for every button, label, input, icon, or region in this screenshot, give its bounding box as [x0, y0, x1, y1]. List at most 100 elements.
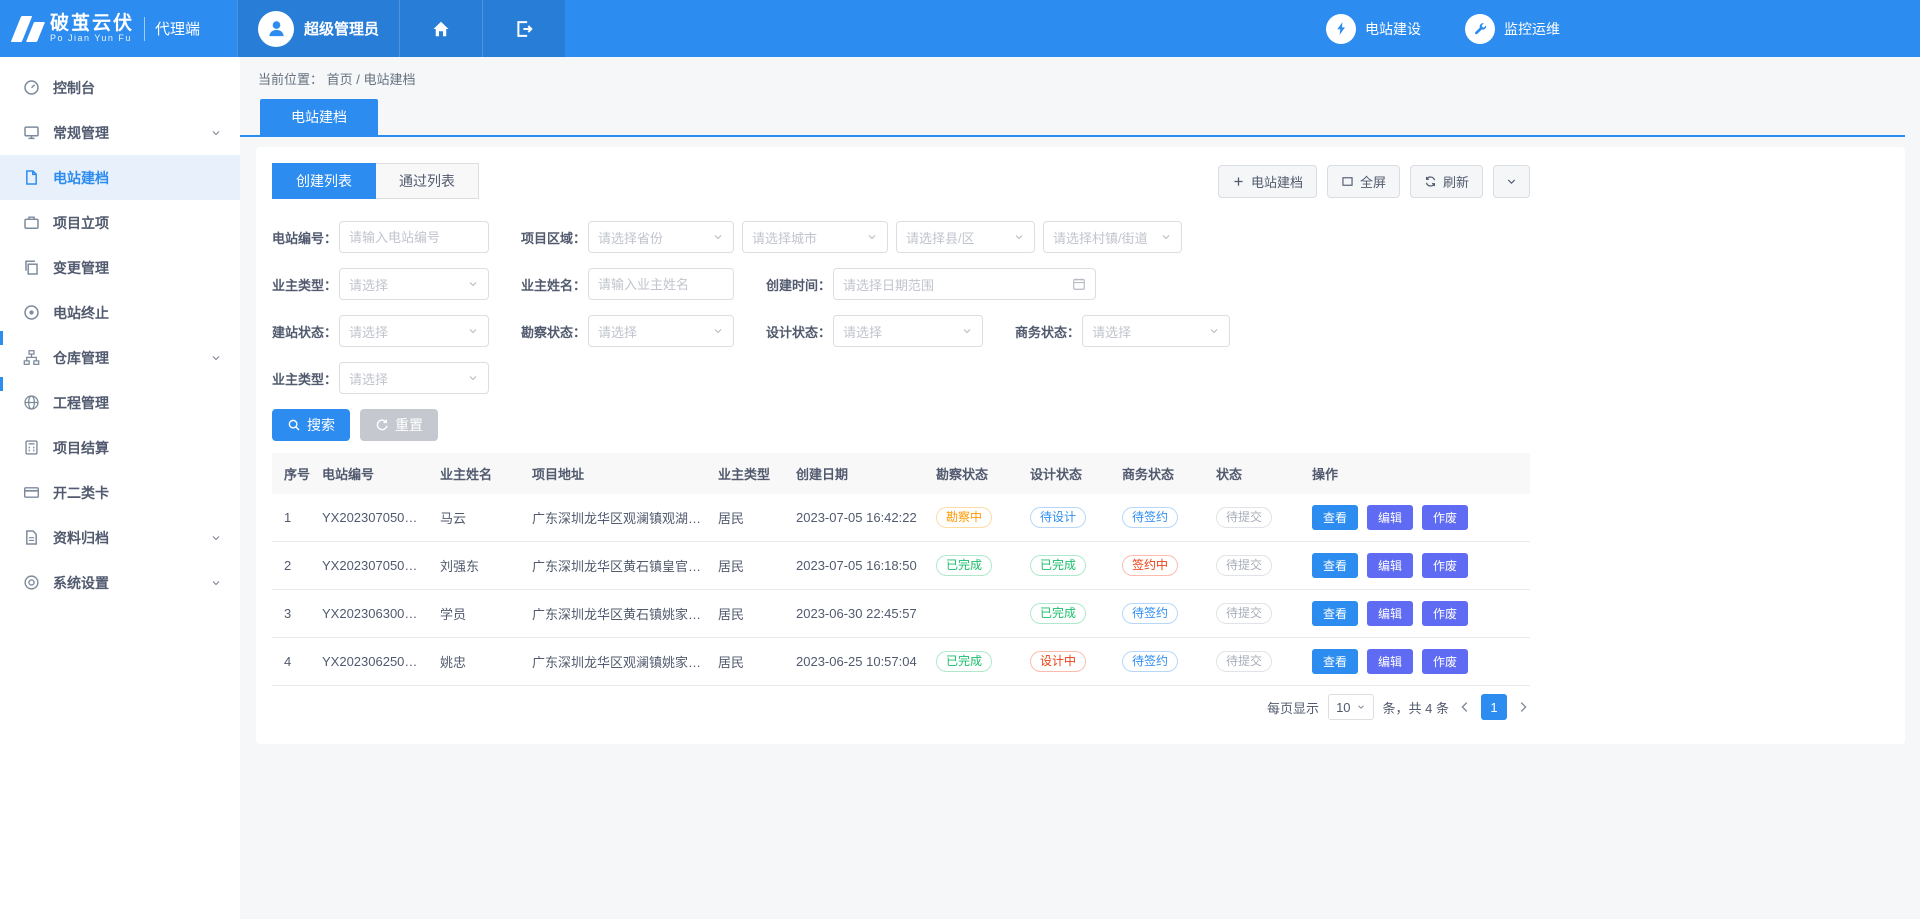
filter-owner-type: 业主类型：请选择: [272, 268, 489, 300]
filter-row: 业主类型：请选择业主姓名： 创建时间： 请选择日期范围: [272, 268, 1530, 300]
list-tab-bar: 创建列表通过列表 电站建档 全屏刷新: [272, 163, 1530, 199]
owner-name-input[interactable]: [588, 268, 734, 300]
copy-icon: [23, 259, 40, 276]
filter-create-time: 创建时间： 请选择日期范围: [766, 268, 1096, 300]
cell-actions: 查看编辑作废: [1304, 494, 1530, 542]
breadcrumb: 当前位置： 首页 / 电站建档: [240, 57, 1920, 88]
plus-icon: [1232, 175, 1245, 188]
build-status-select[interactable]: 请选择: [339, 315, 489, 347]
table-header-row: 序号电站编号业主姓名项目地址业主类型创建日期勘察状态设计状态商务状态状态操作: [272, 453, 1530, 494]
topbar-action-station-construction[interactable]: 电站建设: [1326, 14, 1421, 44]
reset-button[interactable]: 重置: [360, 409, 438, 441]
sidebar-item-label: 项目立项: [53, 213, 109, 233]
logo-icon: [16, 16, 41, 42]
topbar-action-label: 电站建设: [1365, 19, 1421, 39]
cell-index: 4: [272, 638, 314, 686]
per-page-value: 10: [1336, 700, 1350, 715]
total-count-label: 条，共 4 条: [1383, 698, 1449, 717]
owner-type-select[interactable]: 请选择: [339, 268, 489, 300]
page-1-button[interactable]: 1: [1481, 694, 1507, 720]
status-badge: 待提交: [1216, 603, 1272, 624]
sidebar-item-general-management[interactable]: 常规管理: [0, 110, 240, 155]
collapse-toolbar-button[interactable]: [1493, 165, 1530, 198]
logout-button[interactable]: [482, 0, 565, 57]
sidebar-item-project-initiation[interactable]: 项目立项: [0, 200, 240, 245]
user-menu[interactable]: 超级管理员: [237, 0, 399, 57]
create-station-button[interactable]: 电站建档: [1218, 165, 1317, 198]
sidebar-item-change-management[interactable]: 变更管理: [0, 245, 240, 290]
county-select[interactable]: 请选择县/区: [896, 221, 1035, 253]
topbar-action-label: 监控运维: [1504, 19, 1560, 39]
cell-design: 已完成: [1022, 590, 1114, 638]
next-page-button[interactable]: [1516, 700, 1530, 714]
sidebar-item-engineering-management[interactable]: 工程管理: [0, 380, 240, 425]
station-code-input[interactable]: [339, 221, 489, 253]
filter-label: 建站状态：: [272, 322, 337, 341]
view-button[interactable]: 查看: [1312, 505, 1358, 530]
refresh-button[interactable]: 刷新: [1410, 165, 1483, 198]
topbar: 破茧云伏 Po Jian Yun Fu 代理端 超级管理员 电站建设 监控运维: [0, 0, 1920, 57]
create-time-range[interactable]: 请选择日期范围: [833, 268, 1096, 300]
per-page-select[interactable]: 10: [1328, 694, 1373, 720]
chevron-down-icon: [467, 278, 479, 290]
tab-create-list[interactable]: 创建列表: [272, 163, 376, 199]
void-button[interactable]: 作废: [1422, 601, 1468, 626]
sidebar-item-station-archive[interactable]: 电站建档: [0, 155, 240, 200]
select-placeholder: 请选择: [349, 369, 388, 388]
province-select[interactable]: 请选择省份: [588, 221, 734, 253]
prev-page-button[interactable]: [1458, 700, 1472, 714]
design-status-select[interactable]: 请选择: [833, 315, 983, 347]
home-button[interactable]: [399, 0, 482, 57]
sidebar-item-project-settlement[interactable]: 项目结算: [0, 425, 240, 470]
survey-status-select[interactable]: 请选择: [588, 315, 734, 347]
col-status: 状态: [1208, 453, 1304, 494]
edit-button[interactable]: 编辑: [1367, 505, 1413, 530]
cell-survey: 已完成: [928, 542, 1022, 590]
breadcrumb-home-link[interactable]: 首页: [327, 72, 353, 87]
logo-title: 破茧云伏: [50, 14, 134, 34]
logo: 破茧云伏 Po Jian Yun Fu 代理端: [0, 0, 237, 57]
filter-label: 创建时间：: [766, 275, 831, 294]
cell-survey: [928, 590, 1022, 638]
sidebar-item-second-class-card[interactable]: 开二类卡: [0, 470, 240, 515]
sidebar-item-data-archive[interactable]: 资料归档: [0, 515, 240, 560]
tab-passed-list[interactable]: 通过列表: [376, 163, 479, 199]
void-button[interactable]: 作废: [1422, 553, 1468, 578]
sidebar-item-station-termination[interactable]: 电站终止: [0, 290, 240, 335]
cell-design: 设计中: [1022, 638, 1114, 686]
page-tab-station-archive[interactable]: 电站建档: [260, 99, 378, 135]
business-status-select[interactable]: 请选择: [1082, 315, 1230, 347]
edit-button[interactable]: 编辑: [1367, 553, 1413, 578]
cell-actions: 查看编辑作废: [1304, 590, 1530, 638]
owner-type-2-select[interactable]: 请选择: [339, 362, 489, 394]
tool-btn-label: 电站建档: [1251, 172, 1303, 191]
filter-label: 设计状态：: [766, 322, 831, 341]
edit-button[interactable]: 编辑: [1367, 649, 1413, 674]
cell-type: 居民: [710, 638, 788, 686]
search-button[interactable]: 搜索: [272, 409, 350, 441]
daterange-placeholder: 请选择日期范围: [843, 275, 934, 294]
sidebar-item-system-settings[interactable]: 系统设置: [0, 560, 240, 605]
user-icon: [266, 18, 287, 39]
filter-row: 业主类型：请选择: [272, 362, 1530, 394]
view-button[interactable]: 查看: [1312, 601, 1358, 626]
fullscreen-button[interactable]: 全屏: [1327, 165, 1400, 198]
sidebar-item-console[interactable]: 控制台: [0, 65, 240, 110]
breadcrumb-prefix: 当前位置：: [258, 72, 323, 87]
village-select[interactable]: 请选择村镇/街道: [1043, 221, 1182, 253]
cell-address: 广东深圳龙华区观澜镇观湖路...: [524, 494, 710, 542]
void-button[interactable]: 作废: [1422, 505, 1468, 530]
sidebar-item-warehouse-management[interactable]: 仓库管理: [0, 335, 240, 380]
edit-button[interactable]: 编辑: [1367, 601, 1413, 626]
status-badge: 勘察中: [936, 507, 992, 528]
topbar-action-monitoring-ops[interactable]: 监控运维: [1465, 14, 1560, 44]
cell-owner: 学员: [432, 590, 524, 638]
void-button[interactable]: 作废: [1422, 649, 1468, 674]
view-button[interactable]: 查看: [1312, 649, 1358, 674]
view-button[interactable]: 查看: [1312, 553, 1358, 578]
city-select[interactable]: 请选择城市: [742, 221, 888, 253]
dashboard-icon: [23, 79, 40, 96]
status-badge: 设计中: [1030, 651, 1086, 672]
filter-business-status: 商务状态：请选择: [1015, 315, 1230, 347]
filter-owner-name: 业主姓名：: [521, 268, 734, 300]
